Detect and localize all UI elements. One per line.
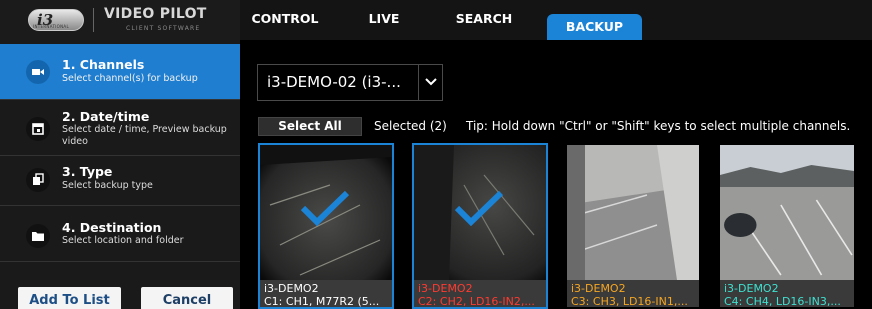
step-destination[interactable]: 4. Destination Select location and folde… bbox=[0, 206, 240, 262]
selection-tip: Tip: Hold down "Ctrl" or "Shift" keys to… bbox=[466, 119, 851, 133]
selected-count: Selected (2) bbox=[374, 119, 447, 133]
camera-preview-image bbox=[720, 145, 854, 280]
brand-divider bbox=[93, 8, 94, 32]
channel-caption: i3-DEMO2 C3: CH3, LD16-IN1,... bbox=[567, 280, 699, 308]
step-description: Select date / time, Preview backup video bbox=[62, 124, 227, 147]
checkmark-icon bbox=[300, 190, 350, 226]
step-channels[interactable]: 1. Channels Select channel(s) for backup bbox=[0, 44, 240, 100]
company-logo: i3 INTERNATIONAL bbox=[28, 9, 84, 31]
channel-label: C1: CH1, M77R2 (5... bbox=[264, 295, 380, 308]
channel-label: C2: CH2, LD16-IN2,... bbox=[418, 295, 535, 308]
tab-backup[interactable]: BACKUP bbox=[547, 14, 642, 40]
channel-caption: i3-DEMO2 C1: CH1, M77R2 (5... bbox=[260, 280, 392, 308]
folder-icon bbox=[26, 224, 50, 248]
step-datetime[interactable]: 2. Date/time Select date / time, Preview… bbox=[0, 104, 240, 156]
channel-thumbnail[interactable]: i3-DEMO2 C3: CH3, LD16-IN1,... bbox=[565, 143, 701, 309]
channel-label: C3: CH3, LD16-IN1,... bbox=[571, 295, 688, 308]
step-title: 3. Type bbox=[62, 164, 113, 179]
step-description: Select backup type bbox=[62, 180, 153, 191]
channel-device: i3-DEMO2 bbox=[418, 282, 473, 295]
brand-area: i3 INTERNATIONAL VIDEO PILOT CLIENT SOFT… bbox=[0, 0, 240, 40]
channel-thumbnail[interactable]: i3-DEMO2 C2: CH2, LD16-IN2,... bbox=[412, 143, 548, 309]
step-description: Select channel(s) for backup bbox=[62, 73, 198, 84]
step-type[interactable]: 3. Type Select backup type bbox=[0, 156, 240, 206]
channel-label: C4: CH4, LD16-IN3,... bbox=[724, 295, 841, 308]
select-all-button[interactable]: Select All bbox=[258, 117, 362, 136]
app-title: VIDEO PILOT bbox=[104, 6, 207, 22]
app-subtitle: CLIENT SOFTWARE bbox=[126, 25, 201, 32]
camera-icon bbox=[26, 60, 50, 84]
channel-device: i3-DEMO2 bbox=[571, 282, 626, 295]
tab-live[interactable]: LIVE bbox=[356, 0, 412, 40]
tab-search[interactable]: SEARCH bbox=[447, 0, 521, 40]
copy-icon bbox=[26, 168, 50, 192]
channel-device: i3-DEMO2 bbox=[264, 282, 319, 295]
channel-thumbnail[interactable]: i3-DEMO2 C1: CH1, M77R2 (5... bbox=[258, 143, 394, 309]
tab-control[interactable]: CONTROL bbox=[248, 0, 322, 40]
chevron-down-icon bbox=[425, 78, 437, 86]
step-description: Select location and folder bbox=[62, 235, 184, 246]
channel-device: i3-DEMO2 bbox=[724, 282, 779, 295]
camera-preview-image bbox=[567, 145, 699, 280]
step-title: 2. Date/time bbox=[62, 109, 150, 124]
cancel-button[interactable]: Cancel bbox=[141, 287, 233, 309]
server-select-dropdown-button[interactable] bbox=[418, 64, 443, 101]
checkmark-icon bbox=[454, 190, 504, 226]
channel-caption: i3-DEMO2 C2: CH2, LD16-IN2,... bbox=[414, 280, 546, 308]
calendar-icon bbox=[26, 117, 50, 141]
server-select[interactable]: i3-DEMO-02 (i3-... bbox=[257, 64, 419, 101]
channel-caption: i3-DEMO2 C4: CH4, LD16-IN3,... bbox=[720, 280, 854, 308]
channel-thumbnail[interactable]: i3-DEMO2 C4: CH4, LD16-IN3,... bbox=[718, 143, 856, 309]
top-bar: i3 INTERNATIONAL VIDEO PILOT CLIENT SOFT… bbox=[0, 0, 872, 40]
step-title: 4. Destination bbox=[62, 220, 162, 235]
step-title: 1. Channels bbox=[62, 57, 145, 72]
wizard-sidebar: 1. Channels Select channel(s) for backup… bbox=[0, 40, 240, 309]
add-to-list-button[interactable]: Add To List bbox=[18, 287, 121, 309]
